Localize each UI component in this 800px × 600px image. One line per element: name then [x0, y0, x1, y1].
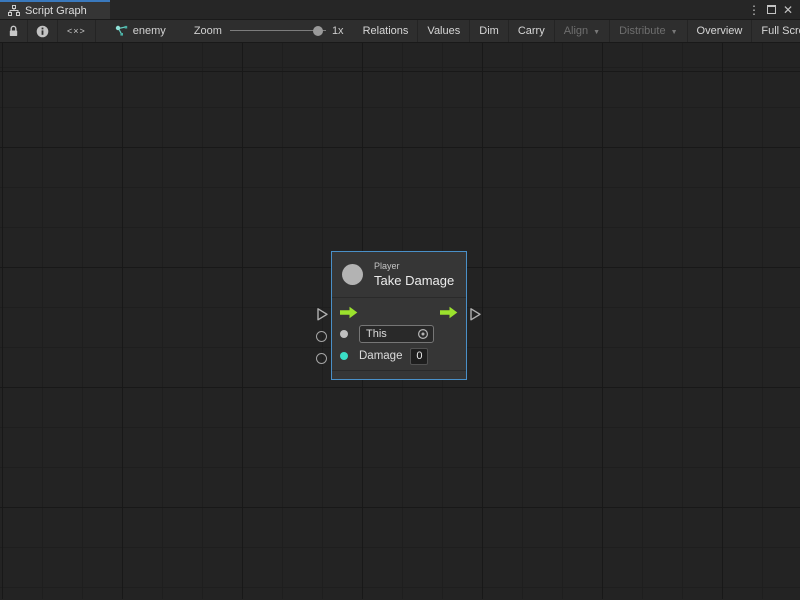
unit-icon — [342, 264, 363, 285]
window-controls: ⋮ ✕ — [748, 0, 800, 19]
graph-info-button[interactable] — [28, 20, 58, 42]
zoom-slider[interactable] — [230, 25, 326, 37]
damage-label: Damage — [359, 350, 402, 362]
values-button[interactable]: Values — [418, 20, 470, 42]
chevron-down-icon: ▼ — [593, 29, 600, 36]
object-picker-icon[interactable] — [417, 328, 429, 340]
damage-port-row: Damage 0 — [332, 345, 466, 367]
distribute-dropdown[interactable]: Distribute ▼ — [610, 20, 687, 42]
relations-button[interactable]: Relations — [354, 20, 419, 42]
zoom-level: 1x — [332, 25, 344, 37]
graph-hierarchy-icon — [8, 5, 20, 16]
tab-script-graph[interactable]: Script Graph — [0, 0, 110, 19]
node-header[interactable]: Player Take Damage — [332, 252, 466, 298]
flow-output-arrow-icon[interactable] — [440, 306, 458, 319]
code-icon: <×> — [67, 26, 86, 36]
chevron-down-icon: ▼ — [671, 29, 678, 36]
toolbar-buttons: Relations Values Dim Carry Align ▼ Distr… — [354, 20, 800, 42]
this-input-port-external[interactable] — [316, 331, 327, 342]
graph-breadcrumb[interactable]: enemy — [115, 20, 166, 42]
window-menu-icon[interactable]: ⋮ — [748, 4, 760, 16]
carry-button[interactable]: Carry — [509, 20, 555, 42]
damage-input-port-external[interactable] — [316, 353, 327, 364]
flow-ports-row — [332, 301, 466, 323]
maximize-icon[interactable] — [767, 5, 776, 14]
this-port-row: This — [332, 323, 466, 345]
this-object-field[interactable]: This — [359, 325, 434, 343]
overview-button[interactable]: Overview — [688, 20, 753, 42]
damage-port-dot[interactable] — [340, 352, 348, 360]
zoom-slider-handle[interactable] — [313, 26, 323, 36]
this-field-label: This — [366, 328, 417, 340]
close-icon[interactable]: ✕ — [783, 4, 793, 16]
lock-icon — [8, 25, 19, 37]
node-ports: This Damage 0 — [332, 298, 466, 370]
take-damage-node[interactable]: Player Take Damage — [331, 251, 467, 380]
this-port-dot[interactable] — [340, 330, 348, 338]
flow-output-port-external[interactable] — [469, 307, 482, 327]
node-footer — [332, 370, 466, 379]
flow-input-arrow-icon[interactable] — [340, 306, 358, 319]
graph-node-icon — [115, 25, 128, 37]
zoom-slider-track — [230, 30, 326, 31]
zoom-control: Zoom 1x — [194, 20, 352, 42]
node-target-type: Player — [374, 261, 454, 271]
node-title: Take Damage — [374, 273, 454, 288]
graph-toolbar: <×> enemy Zoom 1x Relations — [0, 20, 800, 43]
tab-label: Script Graph — [25, 5, 87, 17]
lock-graph-button[interactable] — [0, 20, 28, 42]
align-dropdown[interactable]: Align ▼ — [555, 20, 610, 42]
fullscreen-button[interactable]: Full Screen — [752, 20, 800, 42]
zoom-label: Zoom — [194, 25, 222, 37]
damage-value-input[interactable]: 0 — [410, 348, 428, 365]
graph-canvas[interactable]: Player Take Damage — [0, 43, 800, 599]
code-preview-button[interactable]: <×> — [58, 20, 96, 42]
info-icon — [36, 25, 49, 38]
tab-bar: Script Graph ⋮ ✕ — [0, 0, 800, 20]
dim-button[interactable]: Dim — [470, 20, 509, 42]
graph-name: enemy — [133, 25, 166, 37]
script-graph-window: Script Graph ⋮ ✕ — [0, 0, 800, 600]
flow-input-port-external[interactable] — [316, 307, 329, 327]
